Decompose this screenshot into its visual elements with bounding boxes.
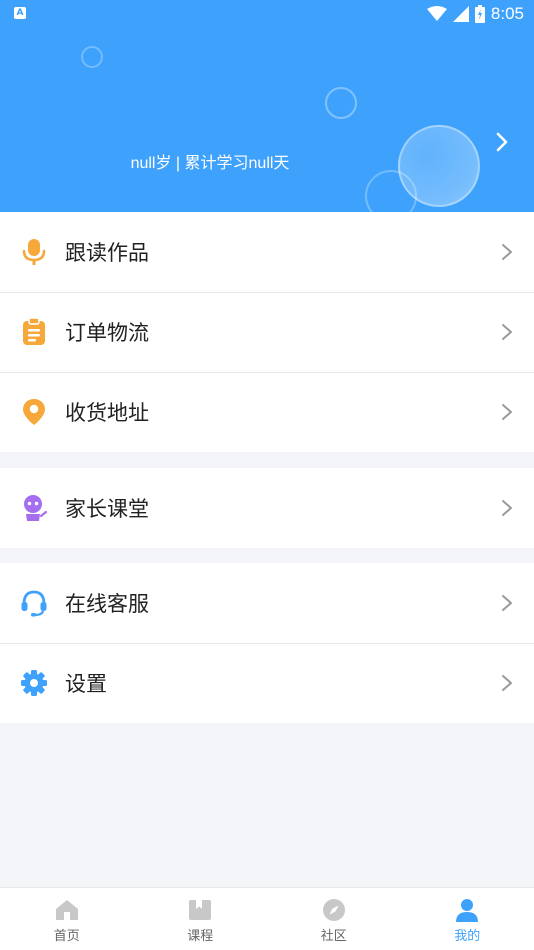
chevron-right-icon (502, 675, 512, 691)
menu-item-label: 订单物流 (65, 322, 149, 345)
clipboard-icon (20, 318, 48, 346)
headset-icon (20, 589, 48, 617)
chevron-right-icon (502, 244, 512, 260)
menu-item-label: 设置 (65, 673, 107, 696)
robot-icon (20, 494, 48, 522)
nav-tab-home[interactable]: 首页 (0, 888, 134, 950)
microphone-icon (20, 238, 48, 266)
nav-tab-community[interactable]: 社区 (267, 888, 401, 950)
bottom-navigation: 首页 课程 社区 我的 (0, 887, 534, 950)
nav-tab-label: 首页 (53, 928, 80, 943)
nav-tab-label: 我的 (454, 928, 481, 943)
menu-item-label: 收货地址 (65, 402, 149, 425)
app-notification-icon: A (14, 7, 26, 19)
menu-item-label: 跟读作品 (65, 242, 149, 265)
menu-item-order-logistics[interactable]: 订单物流 (0, 292, 534, 372)
battery-icon (474, 5, 485, 23)
user-icon (454, 898, 480, 922)
profile-header[interactable]: null岁 | 累计学习null天 (0, 0, 534, 212)
nav-tab-label: 社区 (320, 928, 347, 943)
status-bar: A 8:05 (0, 0, 534, 30)
chevron-right-icon (502, 595, 512, 611)
menu-item-parent-classroom[interactable]: 家长课堂 (0, 468, 534, 548)
location-pin-icon (20, 398, 48, 426)
book-icon (187, 898, 213, 922)
nav-tab-label: 课程 (187, 928, 214, 943)
chevron-right-icon (502, 404, 512, 420)
menu-group-support: 在线客服 设置 (0, 563, 534, 723)
cell-signal-icon (452, 6, 469, 22)
home-icon (54, 898, 80, 922)
status-time: 8:05 (490, 4, 524, 23)
decorative-bubble (81, 46, 103, 68)
menu-item-settings[interactable]: 设置 (0, 643, 534, 723)
wifi-icon (426, 6, 447, 21)
compass-icon (321, 898, 347, 922)
menu-item-label: 家长课堂 (65, 498, 149, 521)
gear-icon (20, 669, 48, 697)
decorative-bubble (325, 87, 357, 119)
nav-tab-mine[interactable]: 我的 (401, 888, 534, 950)
menu-group-parent: 家长课堂 (0, 468, 534, 548)
menu-item-online-support[interactable]: 在线客服 (0, 563, 534, 643)
nav-tab-courses[interactable]: 课程 (134, 888, 268, 950)
menu-item-label: 在线客服 (65, 593, 149, 616)
menu-group-primary: 跟读作品 订单物流 收货地址 (0, 212, 534, 452)
chevron-right-icon (502, 324, 512, 340)
menu-item-read-along-works[interactable]: 跟读作品 (0, 212, 534, 292)
profile-info-text: null岁 | 累计学习null天 (130, 155, 290, 172)
chevron-right-icon[interactable] (490, 130, 514, 154)
menu-item-shipping-address[interactable]: 收货地址 (0, 372, 534, 452)
chevron-right-icon (502, 500, 512, 516)
